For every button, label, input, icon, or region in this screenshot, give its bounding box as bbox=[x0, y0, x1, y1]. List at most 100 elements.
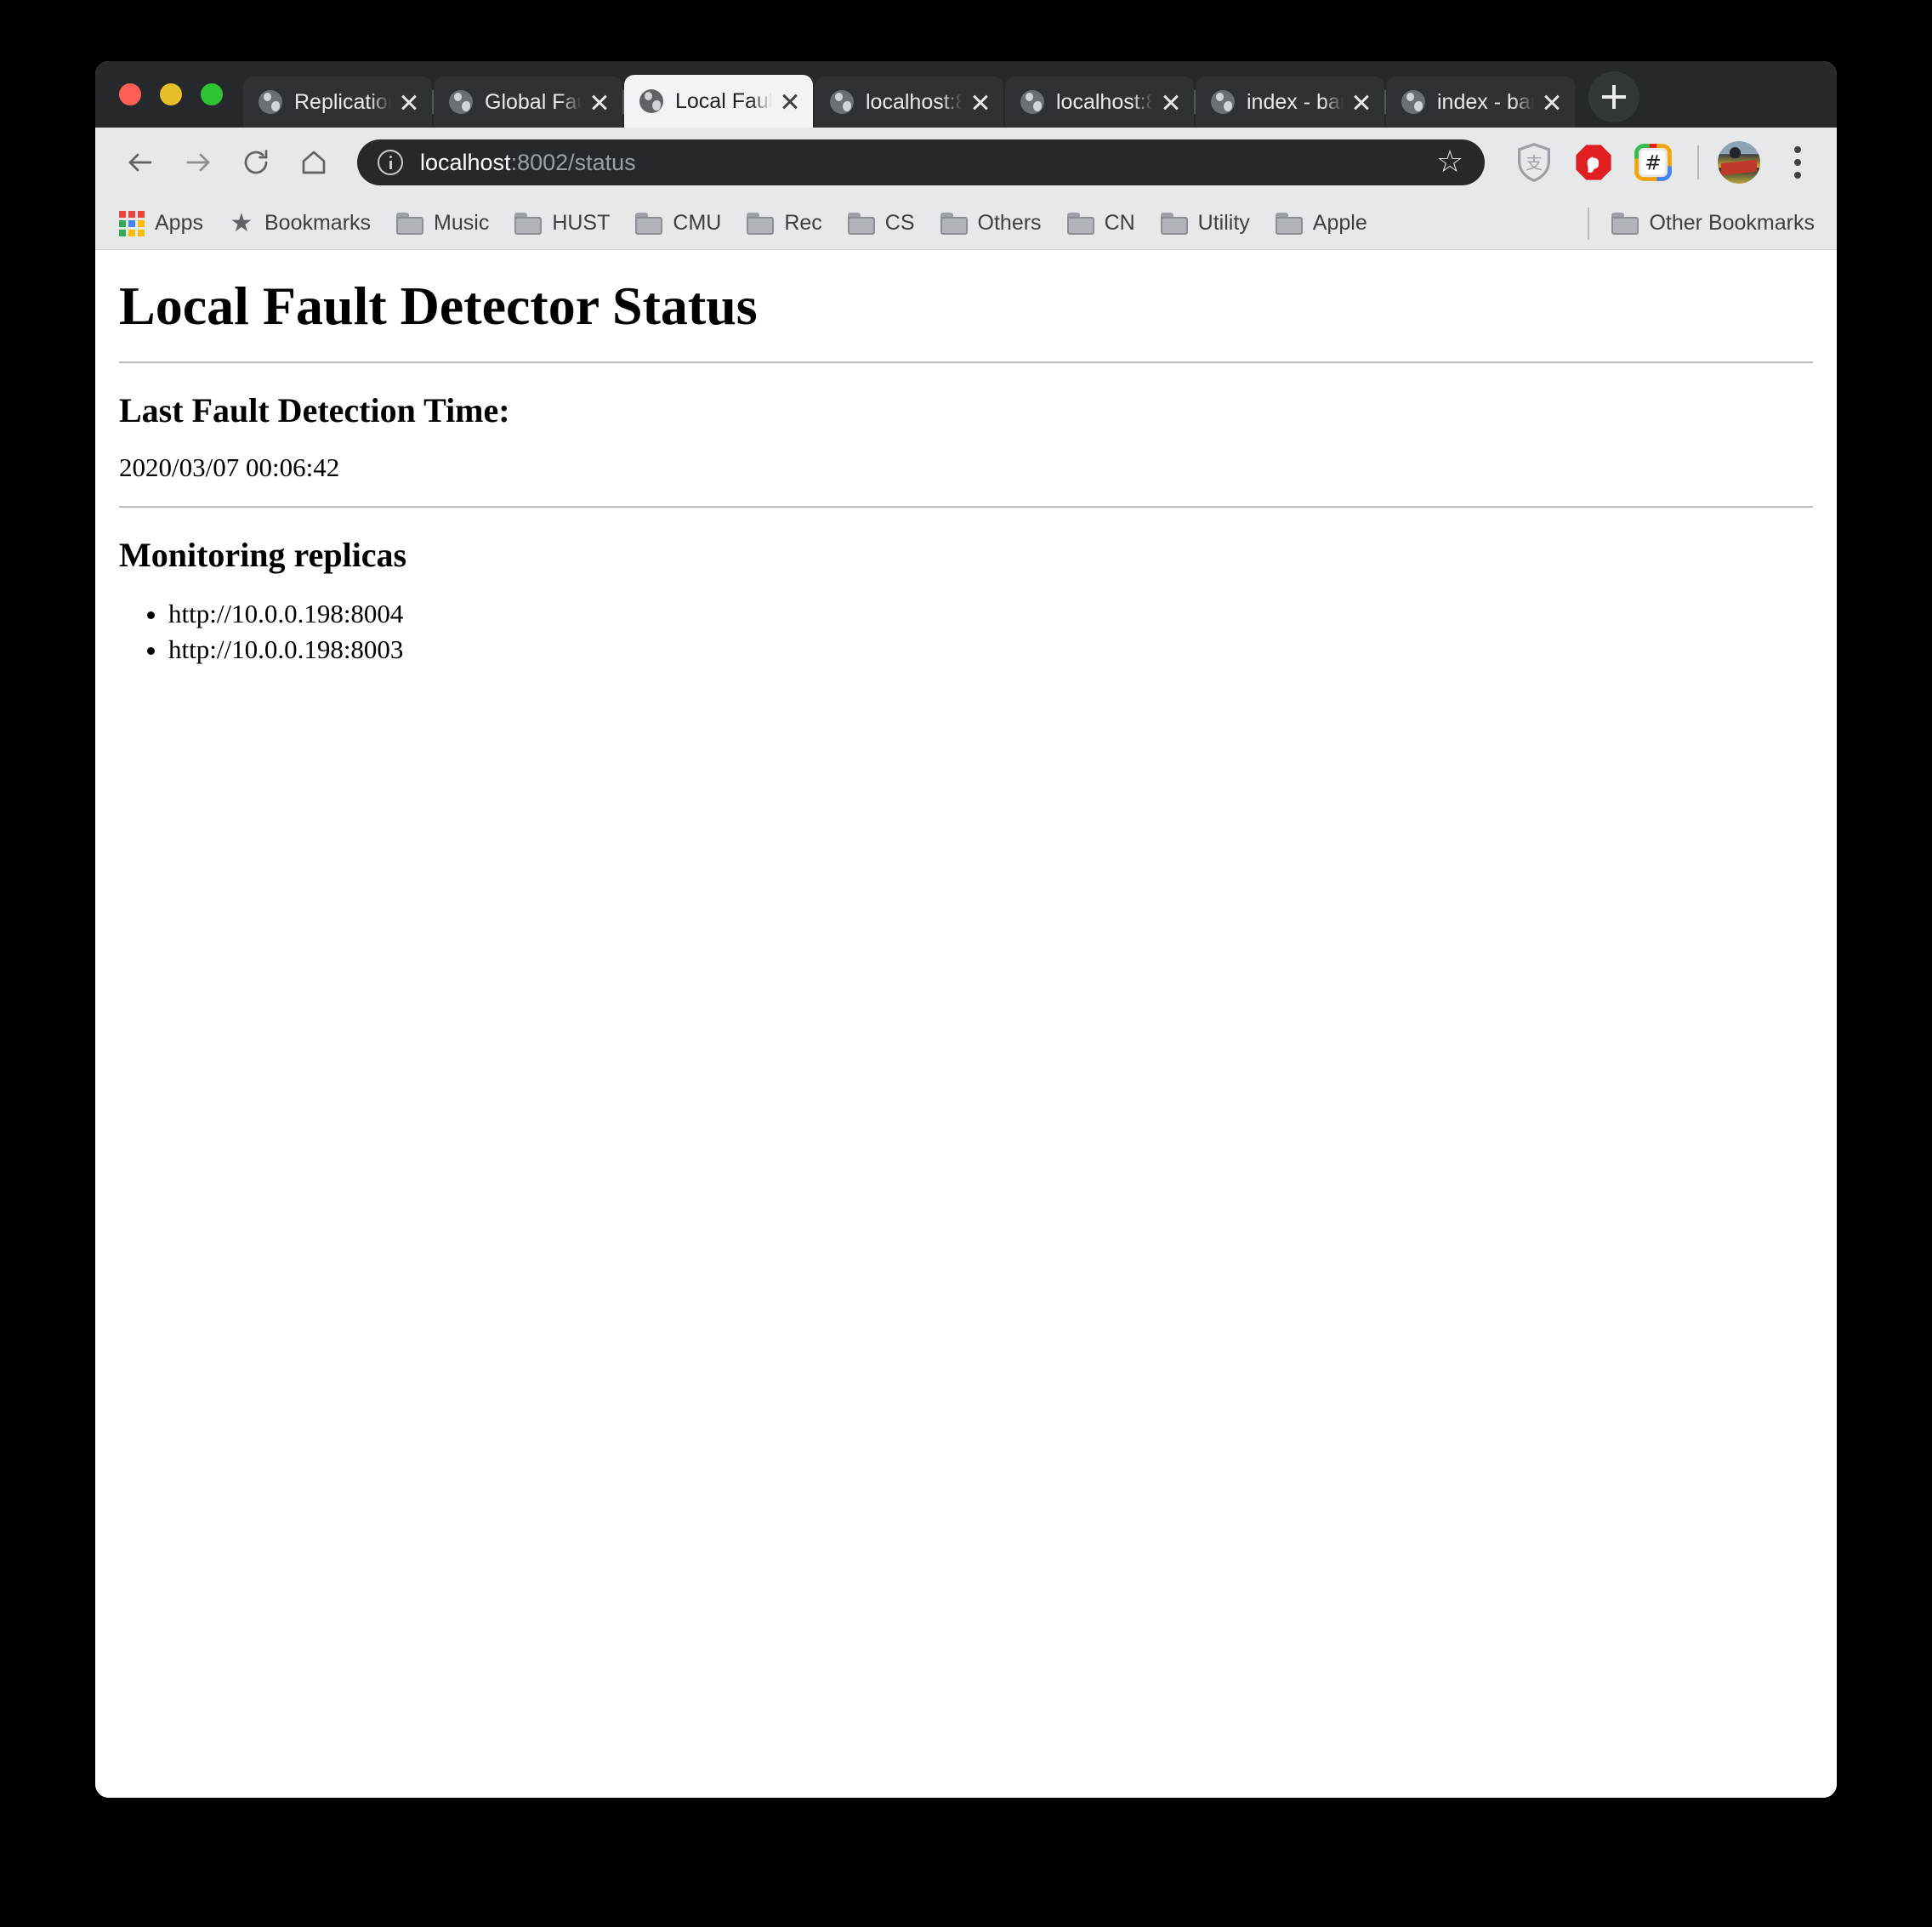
close-tab-icon[interactable] bbox=[968, 89, 993, 115]
folder-icon bbox=[940, 212, 968, 235]
bookmark-other-bookmarks[interactable]: Other Bookmarks bbox=[1611, 211, 1815, 236]
folder-icon bbox=[1275, 212, 1303, 235]
bookmark-hust[interactable]: HUST bbox=[514, 211, 610, 236]
divider-top bbox=[119, 361, 1813, 365]
bookmark-label: CN bbox=[1104, 211, 1135, 235]
tab-title: index - bar bbox=[1437, 89, 1534, 114]
globe-favicon-icon bbox=[1020, 90, 1044, 114]
page-title: Local Fault Detector Status bbox=[119, 276, 758, 336]
bookmark-label: Other Bookmarks bbox=[1649, 211, 1815, 235]
bookmark-star-icon[interactable]: ☆ bbox=[1427, 139, 1473, 185]
alipay-shield-icon[interactable]: 支 bbox=[1512, 140, 1556, 185]
url-path: :8002/status bbox=[510, 149, 636, 175]
toolbar-divider bbox=[1697, 145, 1699, 179]
bookmark-label: CS bbox=[884, 211, 915, 235]
browser-window: Replication Global Faul Local Fault loca… bbox=[95, 61, 1837, 1798]
forward-button[interactable] bbox=[175, 139, 221, 185]
chrome-menu-icon[interactable] bbox=[1777, 140, 1818, 185]
close-tab-icon[interactable] bbox=[587, 89, 612, 115]
profile-avatar[interactable] bbox=[1718, 141, 1760, 184]
page-content: Local Fault Detector Status Last Fault D… bbox=[116, 276, 1816, 668]
folder-icon bbox=[635, 212, 663, 235]
close-tab-icon[interactable] bbox=[396, 89, 422, 115]
tab-strip: Replication Global Faul Local Fault loca… bbox=[95, 61, 1837, 128]
globe-favicon-icon bbox=[639, 89, 663, 113]
globe-favicon-icon bbox=[1401, 90, 1425, 114]
globe-favicon-icon bbox=[259, 90, 282, 114]
tab-index-bar-1[interactable]: index - bar bbox=[1196, 77, 1386, 128]
tab-title: localhost:8 bbox=[866, 89, 963, 114]
bookmark-rec[interactable]: Rec bbox=[747, 211, 822, 236]
tab-global-fault[interactable]: Global Faul bbox=[434, 77, 624, 128]
close-tab-icon[interactable] bbox=[1539, 89, 1565, 115]
svg-text:#: # bbox=[1645, 151, 1662, 175]
globe-favicon-icon bbox=[449, 90, 473, 114]
bookmark-cmu[interactable]: CMU bbox=[635, 211, 721, 236]
bookmark-label: Apps bbox=[155, 211, 203, 235]
new-tab-button[interactable] bbox=[1588, 71, 1639, 122]
browser-toolbar: localhost:8002/status ☆ 支 # bbox=[95, 128, 1837, 197]
bookmark-utility[interactable]: Utility bbox=[1160, 211, 1250, 236]
folder-icon bbox=[1611, 212, 1639, 235]
bookmark-label: HUST bbox=[552, 211, 611, 235]
tab-localhost-2[interactable]: localhost:8 bbox=[1005, 77, 1196, 128]
bookmark-label: Rec bbox=[784, 211, 822, 235]
tab-title: index - bar bbox=[1247, 89, 1344, 114]
bookmark-label: Utility bbox=[1197, 211, 1250, 235]
close-tab-icon[interactable] bbox=[1349, 89, 1374, 115]
close-tab-icon[interactable] bbox=[1158, 89, 1184, 115]
bookmark-cn[interactable]: CN bbox=[1066, 211, 1135, 236]
bookmarks-bar: Apps ★ Bookmarks Music HUST CMU Rec CS O bbox=[95, 197, 1837, 250]
bookmark-label: Apple bbox=[1312, 211, 1367, 235]
apps-grid-icon bbox=[119, 210, 145, 236]
folder-icon bbox=[514, 212, 543, 235]
divider-middle bbox=[119, 505, 1813, 509]
hash-extension-icon[interactable]: # bbox=[1631, 140, 1675, 185]
replica-list: http://10.0.0.198:8004 http://10.0.0.198… bbox=[119, 596, 1813, 669]
adblock-icon[interactable] bbox=[1571, 140, 1616, 185]
tab-title: Global Faul bbox=[485, 89, 582, 114]
reload-button[interactable] bbox=[233, 139, 279, 185]
section-heading-last-fault-time: Last Fault Detection Time: bbox=[119, 391, 510, 430]
site-info-icon[interactable] bbox=[378, 150, 403, 175]
bookmark-label: Others bbox=[977, 211, 1042, 235]
back-button[interactable] bbox=[117, 139, 163, 185]
tab-title: Replication bbox=[294, 89, 391, 114]
close-tab-icon[interactable] bbox=[777, 88, 803, 114]
bookmark-apple[interactable]: Apple bbox=[1275, 211, 1367, 236]
bookmark-label: Music bbox=[434, 211, 490, 235]
bookmarks-divider bbox=[1588, 207, 1590, 240]
address-bar[interactable]: localhost:8002/status bbox=[357, 139, 1485, 185]
list-item: http://10.0.0.198:8003 bbox=[168, 632, 1813, 668]
url-text: localhost:8002/status bbox=[420, 150, 636, 176]
star-icon: ★ bbox=[230, 207, 253, 238]
bookmark-music[interactable]: Music bbox=[396, 211, 489, 236]
globe-favicon-icon bbox=[830, 90, 854, 114]
section-heading-monitoring-replicas: Monitoring replicas bbox=[119, 535, 407, 574]
folder-icon bbox=[747, 212, 775, 235]
folder-icon bbox=[847, 212, 875, 235]
page-viewport: Local Fault Detector Status Last Fault D… bbox=[95, 250, 1837, 1798]
close-window-button[interactable] bbox=[119, 83, 141, 105]
list-item: http://10.0.0.198:8004 bbox=[168, 596, 1813, 633]
bookmark-apps[interactable]: Apps bbox=[119, 210, 203, 236]
bookmark-label: CMU bbox=[673, 211, 722, 235]
tab-title: Local Fault bbox=[675, 88, 772, 113]
home-button[interactable] bbox=[291, 139, 337, 185]
last-fault-detection-time-value: 2020/03/07 00:06:42 bbox=[119, 452, 340, 483]
tab-index-bar-2[interactable]: index - bar bbox=[1386, 77, 1575, 128]
folder-icon bbox=[396, 212, 424, 235]
bookmark-others[interactable]: Others bbox=[940, 211, 1042, 236]
window-controls bbox=[95, 61, 243, 128]
tab-local-fault[interactable]: Local Fault bbox=[624, 75, 813, 128]
bookmark-bookmarks[interactable]: ★ Bookmarks bbox=[229, 207, 372, 238]
tab-replication[interactable]: Replication bbox=[243, 77, 434, 128]
svg-text:支: 支 bbox=[1526, 153, 1543, 173]
globe-favicon-icon bbox=[1211, 90, 1235, 114]
tab-localhost-1[interactable]: localhost:8 bbox=[815, 77, 1003, 128]
bookmark-cs[interactable]: CS bbox=[847, 211, 915, 236]
tab-title: localhost:8 bbox=[1056, 89, 1153, 114]
maximize-window-button[interactable] bbox=[201, 83, 223, 105]
minimize-window-button[interactable] bbox=[160, 83, 182, 105]
bookmark-label: Bookmarks bbox=[264, 211, 372, 235]
